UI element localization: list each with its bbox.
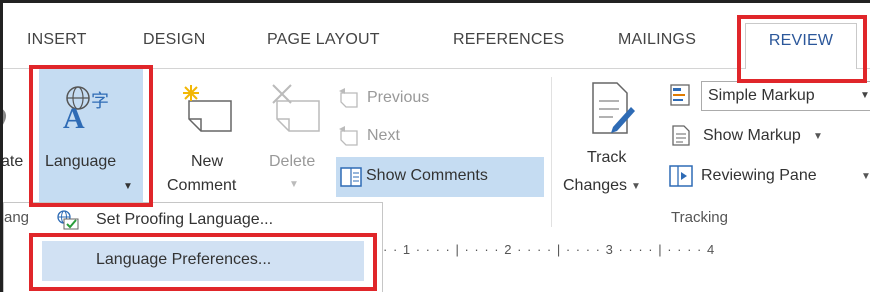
show-comments-button[interactable]: Show Comments xyxy=(336,157,544,197)
reviewing-pane-icon xyxy=(669,165,693,187)
tab-references[interactable]: REFERENCES xyxy=(453,31,564,49)
markup-select-value: Simple Markup xyxy=(708,87,815,104)
ruler: · · 1 · · · · | · · · · 2 · · · · | · · … xyxy=(383,234,870,265)
track-changes-icon xyxy=(592,82,635,134)
reviewing-pane-label[interactable]: Reviewing Pane xyxy=(701,167,817,185)
show-markup-icon xyxy=(672,125,690,146)
tab-mailings[interactable]: MAILINGS xyxy=(618,31,696,49)
delete-label[interactable]: Delete xyxy=(269,153,315,171)
language-group-label-partial: ang xyxy=(4,209,30,226)
previous-label[interactable]: Previous xyxy=(367,89,429,107)
new-comment-icon xyxy=(183,85,232,132)
new-comment-line1[interactable]: New xyxy=(191,153,223,171)
word-window: INSERT DESIGN PAGE LAYOUT REFERENCES MAI… xyxy=(0,0,870,292)
next-comment-icon xyxy=(339,126,358,146)
translate-icon xyxy=(3,109,6,125)
chevron-down-icon: ▼ xyxy=(813,131,823,142)
track-changes-line1[interactable]: Track xyxy=(587,149,626,167)
show-comments-icon xyxy=(340,167,362,187)
new-comment-line2[interactable]: Comment xyxy=(167,177,236,195)
next-label[interactable]: Next xyxy=(367,127,400,145)
review-tab-highlight-box xyxy=(737,15,867,83)
tab-page-layout[interactable]: PAGE LAYOUT xyxy=(267,31,380,49)
track-changes-line2[interactable]: Changes xyxy=(563,177,627,195)
set-proofing-language-icon xyxy=(57,210,79,230)
chevron-down-icon: ▼ xyxy=(860,90,870,101)
tab-insert[interactable]: INSERT xyxy=(27,31,87,49)
group-divider xyxy=(551,77,552,227)
language-highlight-box xyxy=(29,65,153,207)
tracking-group-label: Tracking xyxy=(671,209,728,226)
tab-design[interactable]: DESIGN xyxy=(143,31,206,49)
markup-select[interactable]: Simple Markup ▼ xyxy=(701,81,870,111)
delete-comment-icon xyxy=(272,84,320,132)
show-comments-label: Show Comments xyxy=(366,167,488,184)
show-markup-label[interactable]: Show Markup xyxy=(703,127,801,145)
chevron-down-icon: ▼ xyxy=(631,181,641,192)
language-preferences-highlight-box xyxy=(29,233,377,291)
chevron-down-icon: ▼ xyxy=(861,171,870,182)
previous-comment-icon xyxy=(339,88,358,108)
chevron-down-icon: ▼ xyxy=(289,179,299,190)
set-proofing-language-item[interactable]: Set Proofing Language... xyxy=(96,211,273,229)
partial-button-label[interactable]: ate xyxy=(3,153,23,171)
display-for-review-icon xyxy=(670,84,690,106)
